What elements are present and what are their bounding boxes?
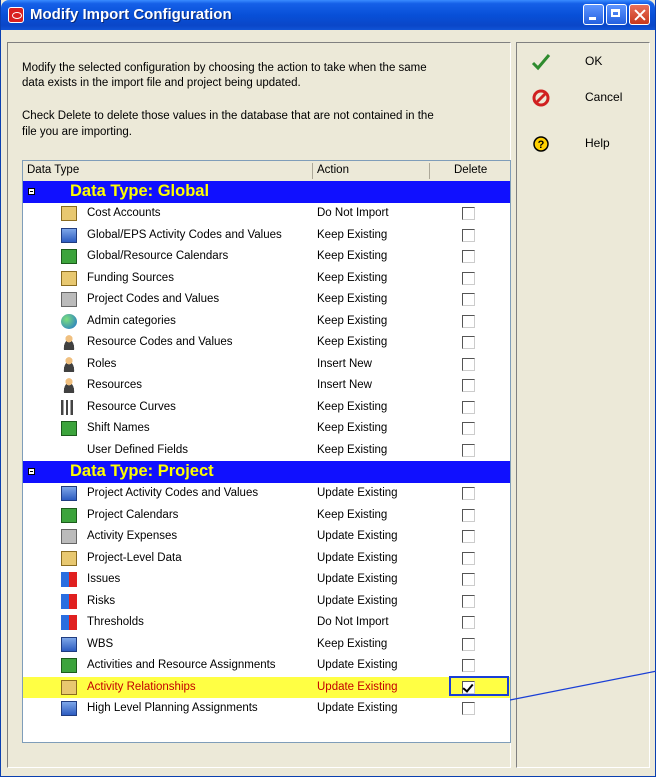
callout-line	[509, 670, 656, 701]
dialog-window: Modify Import Configuration Modify the s…	[0, 0, 656, 777]
